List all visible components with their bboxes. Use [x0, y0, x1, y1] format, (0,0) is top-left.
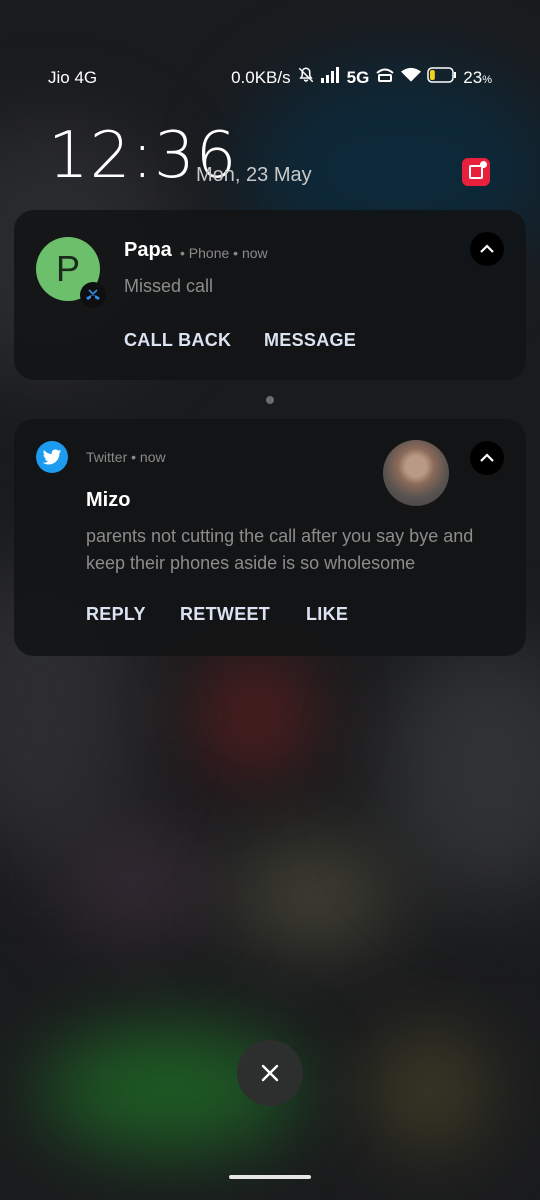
- missed-call-notification[interactable]: P Papa • Phone • now Missed call CALL BA…: [14, 210, 526, 380]
- notification-meta: Twitter • now: [86, 449, 166, 465]
- status-icons: 0.0KB/s 5G 23%: [231, 66, 492, 89]
- collapse-button[interactable]: [470, 232, 504, 266]
- battery-value: 23: [463, 67, 483, 87]
- twitter-notification[interactable]: Twitter • now Mizo parents not cutting t…: [14, 419, 526, 656]
- retweet-button[interactable]: RETWEET: [180, 604, 270, 625]
- reply-button[interactable]: REPLY: [86, 604, 146, 625]
- missed-call-icon: [80, 282, 106, 308]
- notification-app: Twitter: [86, 449, 128, 465]
- like-button[interactable]: LIKE: [306, 604, 348, 625]
- twitter-icon: [36, 441, 68, 473]
- screen-record-icon[interactable]: [462, 158, 490, 186]
- notification-meta: • Phone • now: [180, 245, 268, 261]
- carrier-label: Jio 4G: [48, 68, 98, 87]
- battery-unit: %: [482, 73, 492, 86]
- collapse-button[interactable]: [470, 441, 504, 475]
- chevron-up-icon: [480, 453, 494, 462]
- tweet-author: Mizo: [86, 489, 131, 511]
- clear-notifications-button[interactable]: [237, 1040, 303, 1106]
- network-type: 5G: [346, 67, 370, 87]
- meta-separator: •: [180, 245, 185, 261]
- network-speed: 0.0KB/s: [231, 67, 291, 87]
- meta-separator: •: [233, 245, 239, 261]
- mute-icon: [297, 66, 315, 89]
- notification-app: Phone: [188, 245, 230, 261]
- battery-percent: 23%: [463, 68, 492, 88]
- message-button[interactable]: MESSAGE: [264, 330, 356, 351]
- notification-sender: Papa: [124, 239, 172, 261]
- chevron-up-icon: [480, 244, 494, 253]
- date-label: Mon, 23 May: [196, 164, 312, 186]
- wifi-icon: [401, 67, 422, 88]
- status-bar: Jio 4G 0.0KB/s 5G 23%: [0, 0, 540, 87]
- volte-icon: [375, 67, 395, 88]
- battery-icon: [427, 67, 457, 88]
- notification-time: now: [241, 245, 268, 261]
- tweet-text: parents not cutting the call after you s…: [86, 526, 474, 573]
- close-icon: [261, 1064, 279, 1082]
- call-back-button[interactable]: CALL BACK: [124, 330, 231, 351]
- meta-separator: •: [131, 449, 137, 465]
- home-indicator[interactable]: [229, 1175, 311, 1179]
- tweet-author-avatar: [383, 440, 449, 506]
- notification-time: now: [139, 449, 166, 465]
- page-indicator: [266, 396, 274, 404]
- signal-icon: [320, 67, 341, 88]
- notification-body: Missed call: [124, 276, 214, 296]
